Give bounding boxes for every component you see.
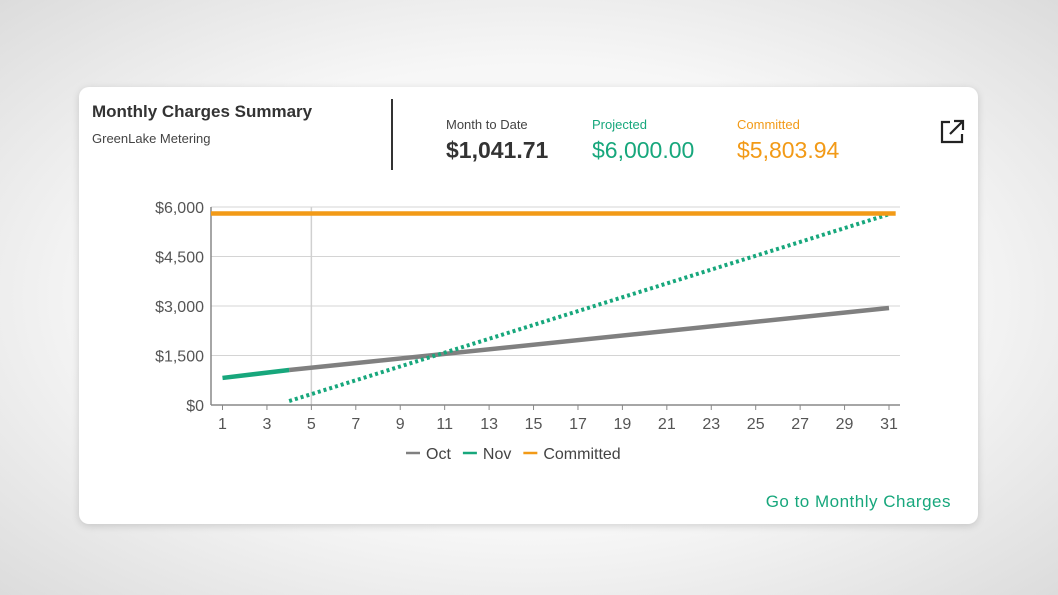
x-tick-label: 13: [480, 416, 498, 433]
x-tick-label: 9: [396, 416, 405, 433]
legend-label: Nov: [483, 446, 511, 463]
series-line-oct: [288, 305, 890, 373]
y-tick-label: $6,000: [155, 200, 204, 217]
x-tick-label: 23: [702, 416, 720, 433]
x-tick-label: 19: [614, 416, 632, 433]
monthly-charges-card: Monthly Charges Summary GreenLake Meteri…: [79, 87, 978, 524]
legend-label: Oct: [426, 446, 451, 463]
x-tick-label: 5: [307, 416, 316, 433]
y-tick-label: $0: [186, 398, 204, 415]
x-tick-label: 31: [880, 416, 898, 433]
x-tick-label: 25: [747, 416, 765, 433]
x-tick-label: 21: [658, 416, 676, 433]
series-line-projection: [288, 212, 890, 403]
x-tick-label: 3: [262, 416, 271, 433]
x-tick-label: 1: [218, 416, 227, 433]
x-tick-label: 27: [791, 416, 809, 433]
x-tick-label: 11: [436, 416, 453, 433]
y-tick-label: $3,000: [155, 299, 204, 316]
series-line-nov: [222, 367, 290, 381]
x-tick-label: 7: [351, 416, 360, 433]
y-tick-label: $4,500: [155, 250, 204, 267]
y-tick-label: $1,500: [155, 349, 204, 366]
charges-line-chart: $0$1,500$3,000$4,500$6,0001 3 5 7 9 11 13 15 17 1…: [155, 200, 900, 463]
x-tick-label: 17: [569, 416, 587, 433]
x-tick-label: 29: [836, 416, 854, 433]
legend-label: Committed: [543, 446, 620, 463]
go-to-monthly-charges-link[interactable]: Go to Monthly Charges: [766, 492, 951, 512]
x-tick-label: 15: [525, 416, 543, 433]
